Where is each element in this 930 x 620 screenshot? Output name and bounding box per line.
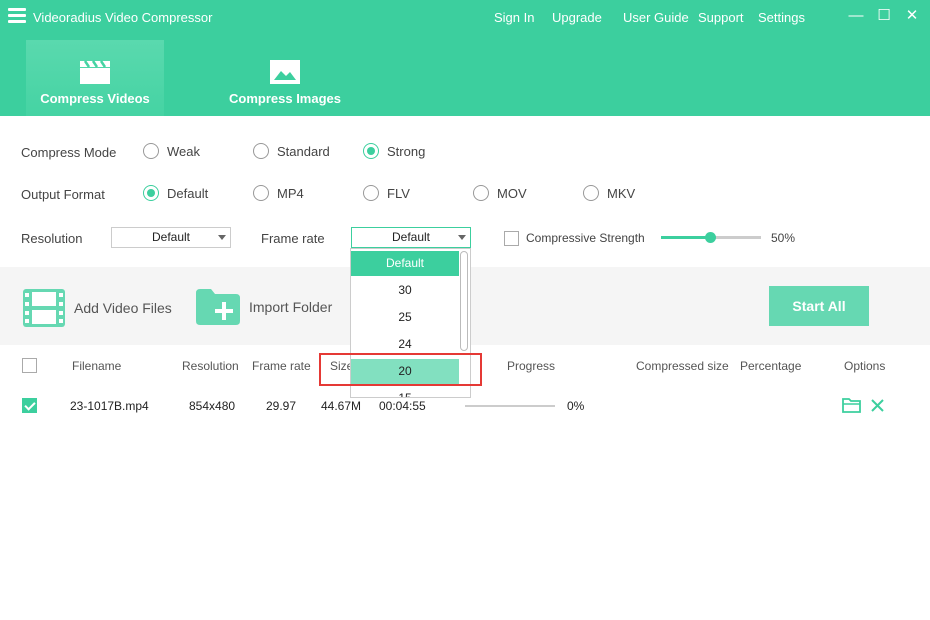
frame-rate-option-15[interactable]: 15 [351,386,459,397]
frame-rate-option-30[interactable]: 30 [351,278,459,303]
import-folder-label: Import Folder [249,299,333,315]
strength-slider-fill [661,236,711,239]
radio-dot [363,143,379,159]
tab-label: Compress Images [229,91,341,106]
row-frame-rate: 29.97 [266,399,297,413]
clapperboard-icon [80,60,110,84]
folder-plus-icon [196,289,240,325]
frame-rate-option-default[interactable]: Default [351,251,459,276]
app-logo-icon [8,8,26,26]
row-resolution: 854x480 [189,399,236,413]
add-video-files-label: Add Video Files [74,300,172,316]
select-value: Default [391,230,431,244]
upgrade-link[interactable]: Upgrade [552,10,602,25]
sign-in-link[interactable]: Sign In [494,10,534,25]
radio-dot [583,185,599,201]
tab-compress-images[interactable]: Compress Images [222,40,348,116]
row-filename: 23-1017B.mp4 [70,399,149,413]
radio-label: Default [167,185,209,201]
open-folder-icon[interactable] [842,397,861,413]
minimize-button[interactable]: — [847,7,865,25]
row-size: 44.67M [321,399,362,413]
select-value: Default [151,230,191,244]
radio-standard[interactable]: Standard [253,143,330,159]
frame-rate-option-20[interactable]: 20 [351,359,459,384]
compress-mode-label: Compress Mode [21,145,117,160]
column-header-frame-rate: Frame rate [252,359,311,373]
radio-dot [473,185,489,201]
tab-compress-videos[interactable]: Compress Videos [26,40,164,116]
column-header-options: Options [844,359,886,373]
column-header-compressed-size: Compressed size [636,359,729,373]
strength-value: 50% [771,231,796,245]
row-checkbox[interactable] [22,398,37,413]
radio-mp4[interactable]: MP4 [253,185,304,201]
column-header-progress: Progress [507,359,556,373]
radio-dot [253,143,269,159]
radio-default[interactable]: Default [143,185,208,201]
start-all-button[interactable]: Start All [769,286,869,326]
close-button[interactable]: ✕ [903,7,921,25]
radio-dot [143,143,159,159]
radio-label: Strong [387,143,426,159]
frame-rate-option-24[interactable]: 24 [351,332,459,357]
radio-weak[interactable]: Weak [143,143,200,159]
row-progress-value: 0% [567,399,585,413]
radio-label: MOV [497,185,527,201]
dropdown-scrollbar[interactable] [460,251,468,351]
column-header-resolution: Resolution [182,359,239,373]
maximize-button[interactable]: ☐ [875,7,893,25]
radio-label: MP4 [277,185,304,201]
film-strip-icon [23,289,65,327]
radio-mkv[interactable]: MKV [583,185,635,201]
radio-label: MKV [607,185,636,201]
tab-label: Compress Videos [40,91,150,106]
chevron-down-icon [458,235,466,240]
add-video-files-button[interactable]: Add Video Files [22,288,172,328]
strength-slider-handle[interactable] [705,232,716,243]
resolution-label: Resolution [21,231,83,246]
select-all-checkbox[interactable] [22,358,37,373]
row-duration: 00:04:55 [379,399,426,413]
user-guide-link[interactable]: User Guide [623,10,689,25]
app-title: Videoradius Video Compressor [33,10,213,25]
settings-link[interactable]: Settings [758,10,805,25]
column-header-percentage: Percentage [740,359,802,373]
radio-dot [143,185,159,201]
radio-strong[interactable]: Strong [363,143,425,159]
radio-mov[interactable]: MOV [473,185,527,201]
radio-dot [253,185,269,201]
image-icon [270,60,300,84]
compressive-strength-checkbox[interactable] [504,231,519,246]
header-bar: Videoradius Video Compressor Sign In Upg… [0,0,930,116]
frame-rate-dropdown-list: Default 30 25 24 20 15 [350,248,471,398]
frame-rate-label: Frame rate [261,231,325,246]
delete-x-icon[interactable] [870,398,885,413]
chevron-down-icon [218,235,226,240]
frame-rate-option-25[interactable]: 25 [351,305,459,330]
support-link[interactable]: Support [698,10,744,25]
row-progress-bar [465,405,555,407]
import-folder-button[interactable]: Import Folder [195,288,332,326]
resolution-select[interactable]: Default [111,227,231,248]
radio-dot [363,185,379,201]
compressive-strength-label: Compressive Strength [526,231,645,245]
output-format-label: Output Format [21,187,105,202]
radio-label: FLV [387,185,410,201]
radio-label: Weak [167,143,200,159]
frame-rate-select[interactable]: Default [351,227,471,248]
column-header-filename: Filename [72,359,122,373]
radio-label: Standard [277,143,330,159]
radio-flv[interactable]: FLV [363,185,410,201]
